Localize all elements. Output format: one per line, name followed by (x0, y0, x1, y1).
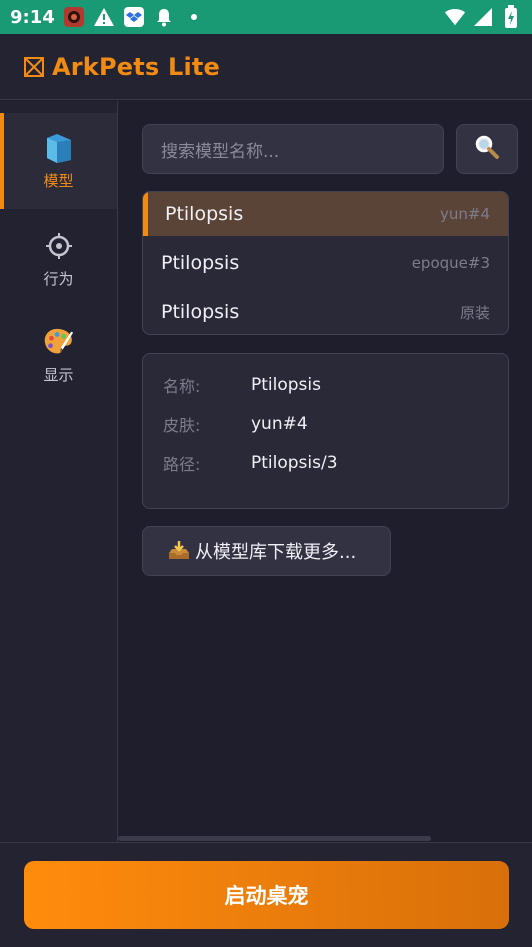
gear-icon (43, 230, 75, 262)
launch-pet-button[interactable]: 启动桌宠 (24, 861, 509, 929)
warning-icon (93, 6, 115, 28)
model-skin-tag: yun#4 (439, 205, 490, 223)
download-more-label: 从模型库下载更多... (195, 542, 357, 563)
sidebar-item-label: 模型 (43, 171, 74, 190)
sidebar-item-display[interactable]: 显示 (0, 307, 117, 403)
dropbox-icon (123, 6, 145, 28)
model-skin-tag: 原装 (459, 303, 490, 322)
app-notification-icon (63, 6, 85, 28)
search-input[interactable]: 搜索模型名称... (142, 124, 444, 174)
path-label: 路径: (163, 455, 201, 474)
folder-icon (43, 132, 75, 164)
sidebar-item-behavior[interactable]: 行为 (0, 211, 117, 307)
inbox-tray-icon (167, 539, 191, 563)
model-name: Ptilopsis (161, 252, 240, 274)
model-list: Ptilopsis yun#4 Ptilopsis epoque#3 Ptilo… (142, 191, 509, 335)
sidebar: 模型 行为 显示 (0, 101, 118, 842)
model-list-item[interactable]: Ptilopsis 原装 (143, 290, 508, 334)
sidebar-item-label: 行为 (43, 269, 74, 288)
status-bar: 9:14 (0, 0, 532, 34)
download-more-button[interactable]: 从模型库下载更多... (142, 526, 391, 576)
sidebar-item-model[interactable]: 模型 (0, 113, 117, 209)
model-name: Ptilopsis (165, 203, 244, 225)
horizontal-scrollbar[interactable] (118, 836, 431, 841)
name-value: Ptilopsis (251, 375, 321, 395)
model-list-item[interactable]: Ptilopsis epoque#3 (143, 241, 508, 285)
model-name: Ptilopsis (161, 301, 240, 323)
palette-icon (43, 326, 75, 358)
search-button[interactable] (456, 124, 518, 174)
skin-label: 皮肤: (163, 416, 201, 435)
model-info-card: 名称: Ptilopsis 皮肤: yun#4 路径: Ptilopsis/3 (142, 353, 509, 509)
signal-icon (472, 6, 494, 28)
model-list-item[interactable]: Ptilopsis yun#4 (143, 192, 508, 236)
skin-value: yun#4 (251, 414, 308, 434)
app-title: ArkPets Lite (52, 52, 221, 81)
dot-icon (183, 6, 205, 28)
model-skin-tag: epoque#3 (411, 254, 490, 272)
app-header: ArkPets Lite (0, 34, 532, 100)
search-icon (474, 134, 500, 164)
bell-icon (153, 6, 175, 28)
battery-charging-icon (500, 5, 522, 28)
status-time: 9:14 (10, 6, 55, 28)
name-label: 名称: (163, 377, 201, 396)
path-value: Ptilopsis/3 (251, 453, 338, 473)
sidebar-item-label: 显示 (43, 365, 74, 384)
wifi-icon (444, 6, 466, 28)
app-logo-icon (24, 56, 44, 77)
